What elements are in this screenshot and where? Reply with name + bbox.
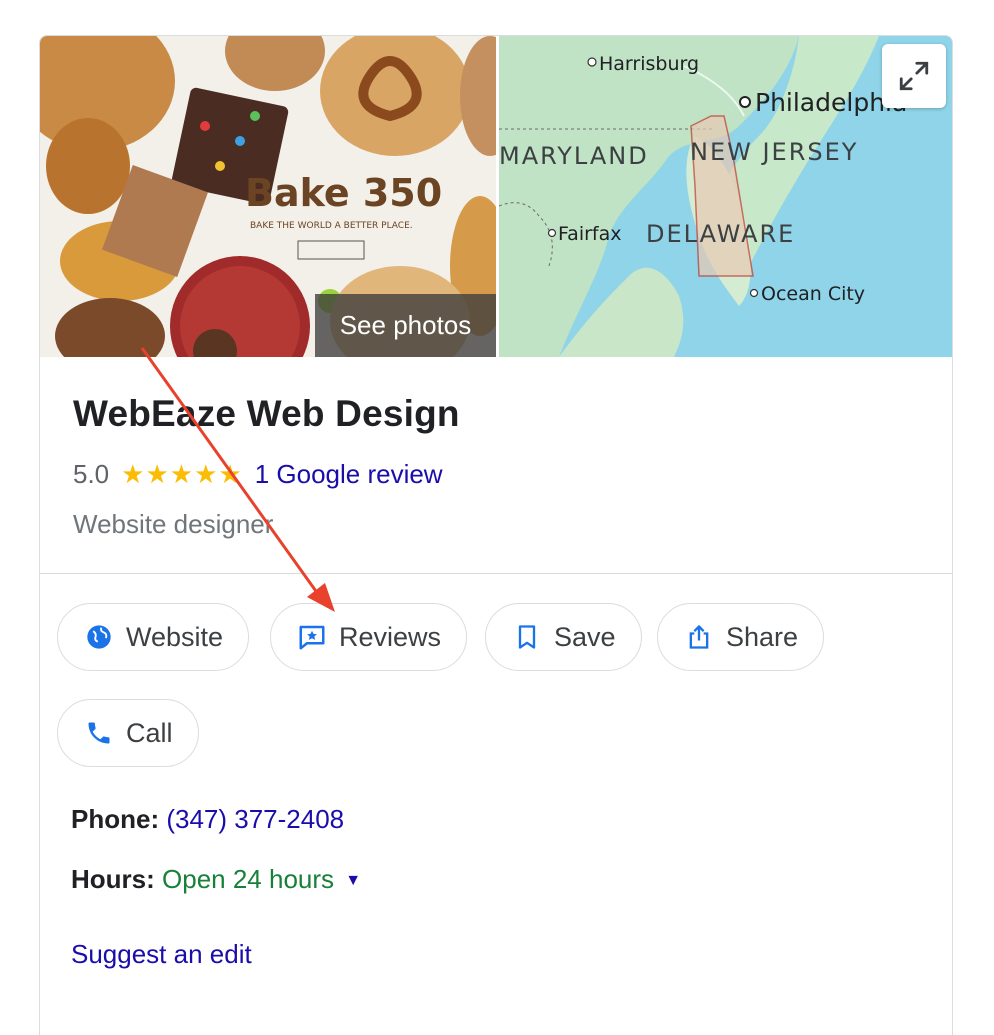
phone-row: Phone: (347) 377-2408: [71, 804, 344, 835]
map-label-delaware: DELAWARE: [646, 220, 795, 248]
phone-icon: [84, 718, 114, 748]
share-icon: [684, 622, 714, 652]
photo-brand-text: Bake 350: [245, 171, 442, 215]
expand-map-button[interactable]: [882, 44, 946, 108]
bookmark-icon: [512, 622, 542, 652]
save-button[interactable]: Save: [485, 603, 642, 671]
business-photo[interactable]: Bake 350 BAKE THE WORLD A BETTER PLACE. …: [40, 36, 496, 357]
map-label-fairfax: Fairfax: [558, 223, 622, 245]
hours-label: Hours:: [71, 864, 155, 894]
hours-dropdown-icon[interactable]: ▼: [345, 872, 361, 889]
hours-value[interactable]: Open 24 hours: [162, 864, 334, 894]
rating-row: 5.0 ★★★★★ 1 Google review: [73, 459, 443, 490]
business-category: Website designer: [73, 509, 274, 539]
expand-icon: [899, 61, 929, 91]
website-label: Website: [126, 621, 224, 652]
review-star-icon: [297, 622, 327, 652]
phone-number-link[interactable]: (347) 377-2408: [166, 804, 344, 834]
rating-value: 5.0: [73, 459, 110, 489]
reviews-label: Reviews: [339, 621, 442, 652]
suggest-edit-link[interactable]: Suggest an edit: [71, 939, 252, 970]
share-label: Share: [726, 621, 799, 652]
photo-tagline: BAKE THE WORLD A BETTER PLACE.: [250, 221, 413, 231]
call-button[interactable]: Call: [57, 699, 199, 767]
share-button[interactable]: Share: [657, 603, 825, 671]
business-name: WebEaze Web Design: [73, 393, 460, 434]
save-label: Save: [554, 621, 616, 652]
media-header: Bake 350 BAKE THE WORLD A BETTER PLACE. …: [40, 36, 952, 357]
globe-icon: [84, 622, 114, 652]
phone-label: Phone:: [71, 804, 160, 834]
website-button[interactable]: Website: [57, 603, 250, 671]
map-thumbnail[interactable]: Harrisburg Philadelphia MARYLAND NEW JER…: [499, 36, 952, 357]
reviews-button[interactable]: Reviews: [270, 603, 468, 671]
map-label-maryland: MARYLAND: [499, 142, 649, 170]
divider: [40, 573, 952, 574]
hours-row: Hours: Open 24 hours ▼: [71, 864, 361, 895]
map-label-ocean-city: Ocean City: [761, 283, 865, 305]
see-photos-button[interactable]: See photos: [315, 294, 496, 357]
google-reviews-link[interactable]: 1 Google review: [255, 459, 443, 490]
map-label-new-jersey: NEW JERSEY: [690, 138, 858, 166]
call-label: Call: [126, 717, 173, 748]
map-label-harrisburg: Harrisburg: [599, 53, 699, 75]
star-rating-icon: ★★★★★: [121, 459, 243, 489]
knowledge-panel: Bake 350 BAKE THE WORLD A BETTER PLACE. …: [39, 35, 953, 1035]
